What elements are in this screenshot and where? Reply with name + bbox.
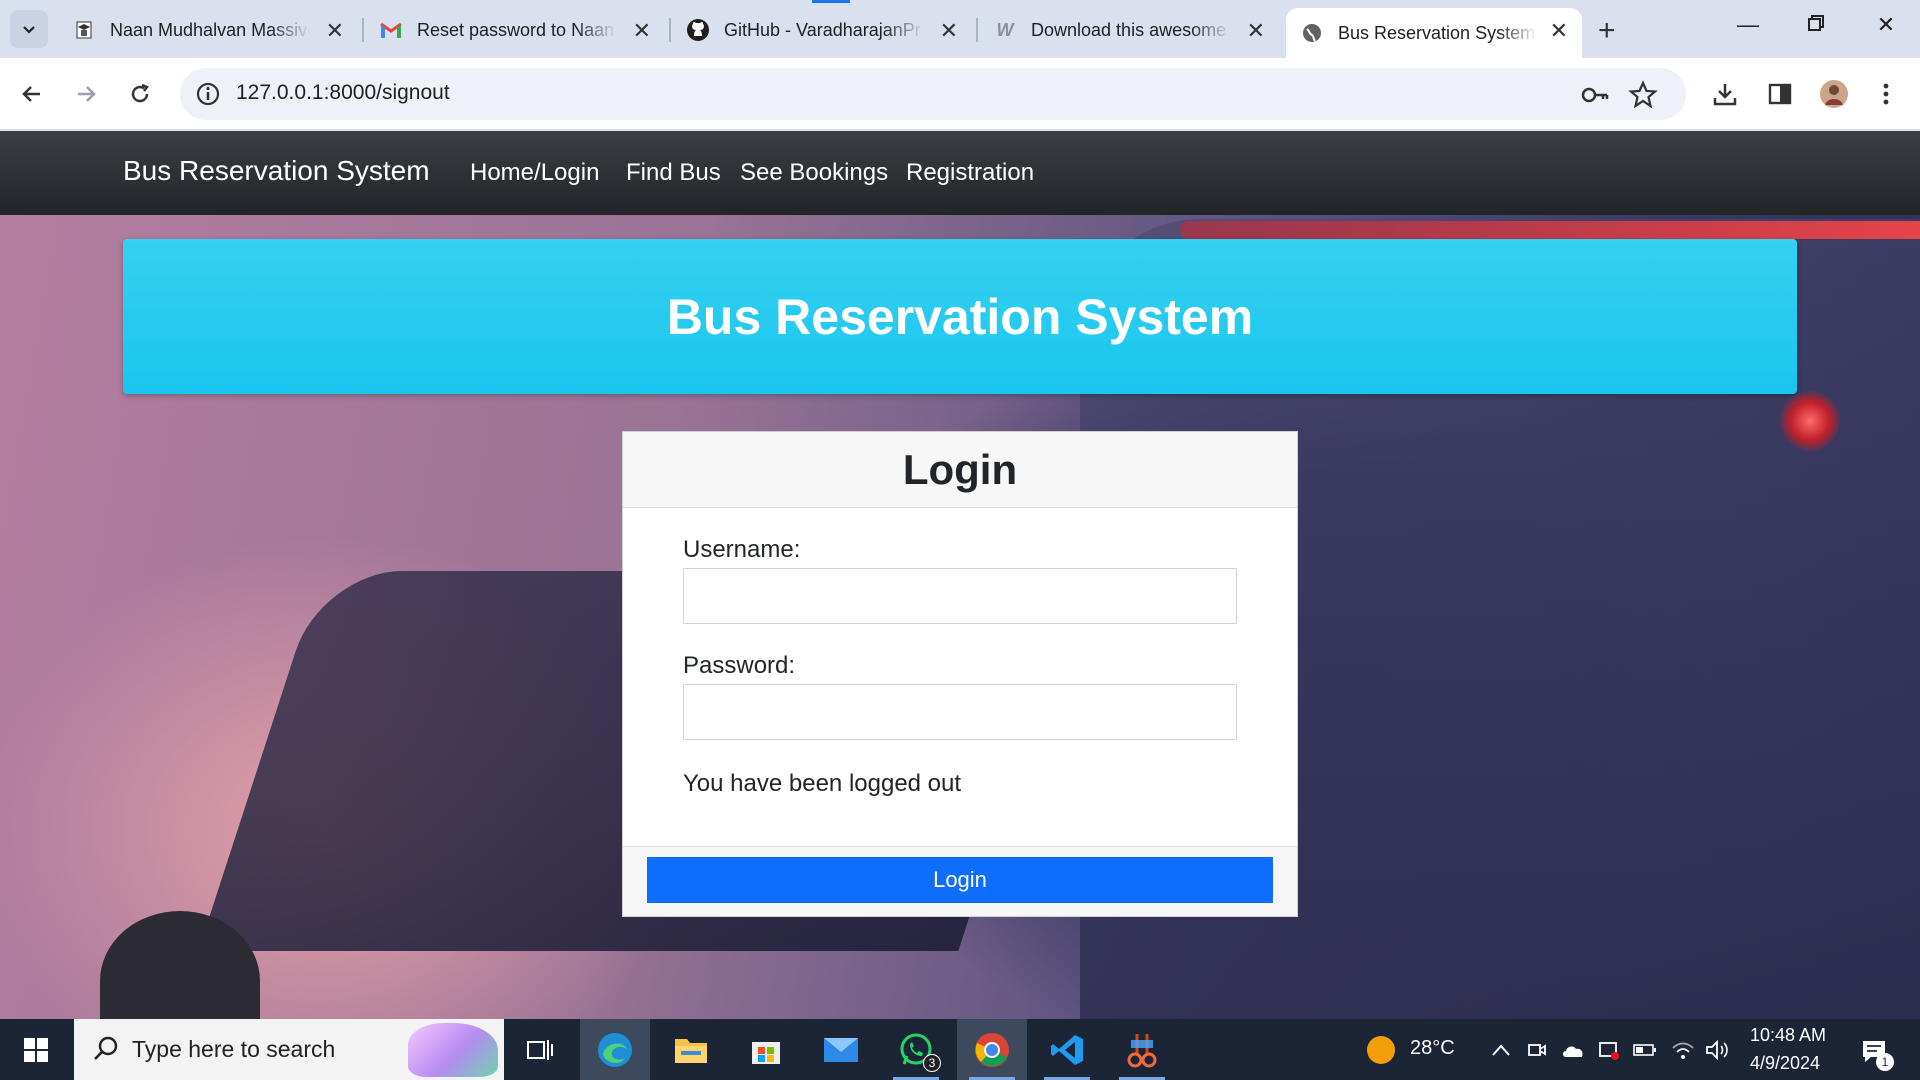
tab-github[interactable]: GitHub - VaradharajanPr ✕	[672, 8, 972, 52]
password-input[interactable]	[683, 684, 1237, 740]
tab-bus-reservation[interactable]: Bus Reservation System in ✕	[1286, 8, 1582, 58]
graduate-icon	[72, 18, 96, 42]
tab-loading-indicator	[812, 0, 850, 3]
restore-icon[interactable]	[1796, 12, 1836, 38]
password-label: Password:	[683, 652, 796, 679]
username-label: Username:	[683, 536, 801, 563]
snipping-tool-icon[interactable]	[1107, 1019, 1177, 1080]
nav-link-home-login[interactable]: Home/Login	[470, 159, 599, 187]
username-input[interactable]	[683, 568, 1237, 624]
side-panel-icon[interactable]	[1760, 74, 1800, 114]
windows-taskbar: Type here to search 3 28°C 10:48 AM 4/9/…	[0, 1019, 1920, 1080]
whatsapp-icon[interactable]: 3	[881, 1019, 951, 1080]
login-card-footer: Login	[623, 846, 1297, 916]
hero-title: Bus Reservation System	[666, 288, 1254, 345]
close-icon[interactable]: ✕	[326, 18, 344, 44]
mail-icon[interactable]	[806, 1019, 876, 1080]
url-text[interactable]: 127.0.0.1:8000/signout	[236, 81, 450, 105]
defender-icon[interactable]	[1596, 1037, 1622, 1063]
tab-title: Download this awesome	[1031, 19, 1227, 40]
globe-icon	[1300, 21, 1324, 45]
browser-toolbar: 127.0.0.1:8000/signout	[0, 58, 1920, 130]
notification-count-badge: 1	[1876, 1053, 1894, 1071]
minimize-icon[interactable]: —	[1728, 12, 1768, 38]
chevron-down-icon	[23, 26, 35, 34]
chrome-icon[interactable]	[957, 1019, 1027, 1080]
gmail-icon	[379, 18, 403, 42]
forward-arrow-icon[interactable]	[66, 74, 106, 114]
whatsapp-notification-badge: 3	[923, 1054, 941, 1072]
browser-tab-strip: Naan Mudhalvan Massive ✕ Reset password …	[0, 0, 1920, 58]
file-explorer-icon[interactable]	[656, 1019, 726, 1080]
close-icon[interactable]: ✕	[1550, 18, 1568, 44]
taskbar-search-box[interactable]: Type here to search	[74, 1019, 504, 1080]
search-placeholder: Type here to search	[132, 1036, 336, 1062]
login-card: Login Username: Password: You have been …	[622, 431, 1298, 917]
wifi-icon[interactable]	[1670, 1037, 1696, 1063]
logout-message: You have been logged out	[683, 770, 962, 797]
chevron-up-icon[interactable]	[1488, 1037, 1514, 1063]
more-menu-icon[interactable]	[1866, 74, 1906, 114]
volume-icon[interactable]	[1704, 1037, 1730, 1063]
tab-naan-mudhalvan[interactable]: Naan Mudhalvan Massive ✕	[58, 8, 358, 52]
login-title: Login	[902, 445, 1018, 493]
background-bus-light	[1780, 391, 1840, 451]
nav-link-see-bookings[interactable]: See Bookings	[740, 159, 888, 187]
bookmark-star-icon[interactable]	[1628, 80, 1658, 110]
close-icon[interactable]: ✕	[940, 18, 958, 44]
github-icon	[686, 18, 710, 42]
tab-title: Naan Mudhalvan Massive	[110, 19, 310, 40]
background-bus-taillight-strip	[1180, 221, 1920, 239]
tab-download[interactable]: W Download this awesome ✕	[979, 8, 1279, 52]
new-tab-plus-icon[interactable]: +	[1598, 14, 1616, 48]
clock-date[interactable]: 4/9/2024	[1750, 1053, 1820, 1074]
weather-sun-icon[interactable]	[1366, 1035, 1396, 1065]
login-button[interactable]: Login	[647, 857, 1273, 903]
vscode-icon[interactable]	[1032, 1019, 1102, 1080]
windows-start-icon[interactable]	[0, 1019, 72, 1080]
profile-avatar[interactable]	[1814, 74, 1854, 114]
edge-browser-icon[interactable]	[580, 1019, 650, 1080]
window-close-icon[interactable]: ✕	[1866, 12, 1906, 38]
download-icon[interactable]	[1705, 74, 1745, 114]
address-bar[interactable]: 127.0.0.1:8000/signout	[180, 68, 1686, 120]
clock-time[interactable]: 10:48 AM	[1750, 1025, 1826, 1046]
battery-icon[interactable]	[1632, 1037, 1658, 1063]
tab-gmail[interactable]: Reset password to Naan ✕	[365, 8, 665, 52]
navbar-brand[interactable]: Bus Reservation System	[123, 155, 430, 187]
site-info-icon[interactable]	[194, 80, 222, 108]
nav-link-find-bus[interactable]: Find Bus	[626, 159, 721, 187]
tab-title: GitHub - VaradharajanPr	[724, 19, 921, 40]
tab-separator	[362, 18, 364, 42]
web-page: Bus Reservation System Home/Login Find B…	[0, 131, 1920, 1019]
reload-icon[interactable]	[120, 74, 160, 114]
tab-separator	[669, 18, 671, 42]
microsoft-store-icon[interactable]	[731, 1019, 801, 1080]
tab-search-button[interactable]	[10, 10, 48, 48]
onedrive-cloud-icon[interactable]	[1560, 1037, 1586, 1063]
nav-link-registration[interactable]: Registration	[906, 159, 1034, 187]
weather-temperature[interactable]: 28°C	[1410, 1037, 1455, 1060]
hero-banner: Bus Reservation System	[123, 239, 1797, 394]
close-icon[interactable]: ✕	[1247, 18, 1265, 44]
tab-title: Bus Reservation System in	[1338, 22, 1538, 43]
notification-center-icon[interactable]: 1	[1856, 1033, 1894, 1071]
close-icon[interactable]: ✕	[633, 18, 651, 44]
back-arrow-icon[interactable]	[12, 74, 52, 114]
w-icon: W	[996, 19, 1014, 40]
login-card-header: Login	[623, 432, 1297, 508]
unicorn-search-highlight-image	[408, 1023, 498, 1077]
tab-title: Reset password to Naan	[417, 19, 615, 40]
tab-separator	[976, 18, 978, 42]
password-key-icon[interactable]	[1580, 80, 1610, 110]
search-icon	[94, 1036, 118, 1060]
meet-now-icon[interactable]	[1524, 1037, 1550, 1063]
site-navbar: Bus Reservation System Home/Login Find B…	[0, 131, 1920, 215]
task-view-icon[interactable]	[505, 1019, 575, 1080]
